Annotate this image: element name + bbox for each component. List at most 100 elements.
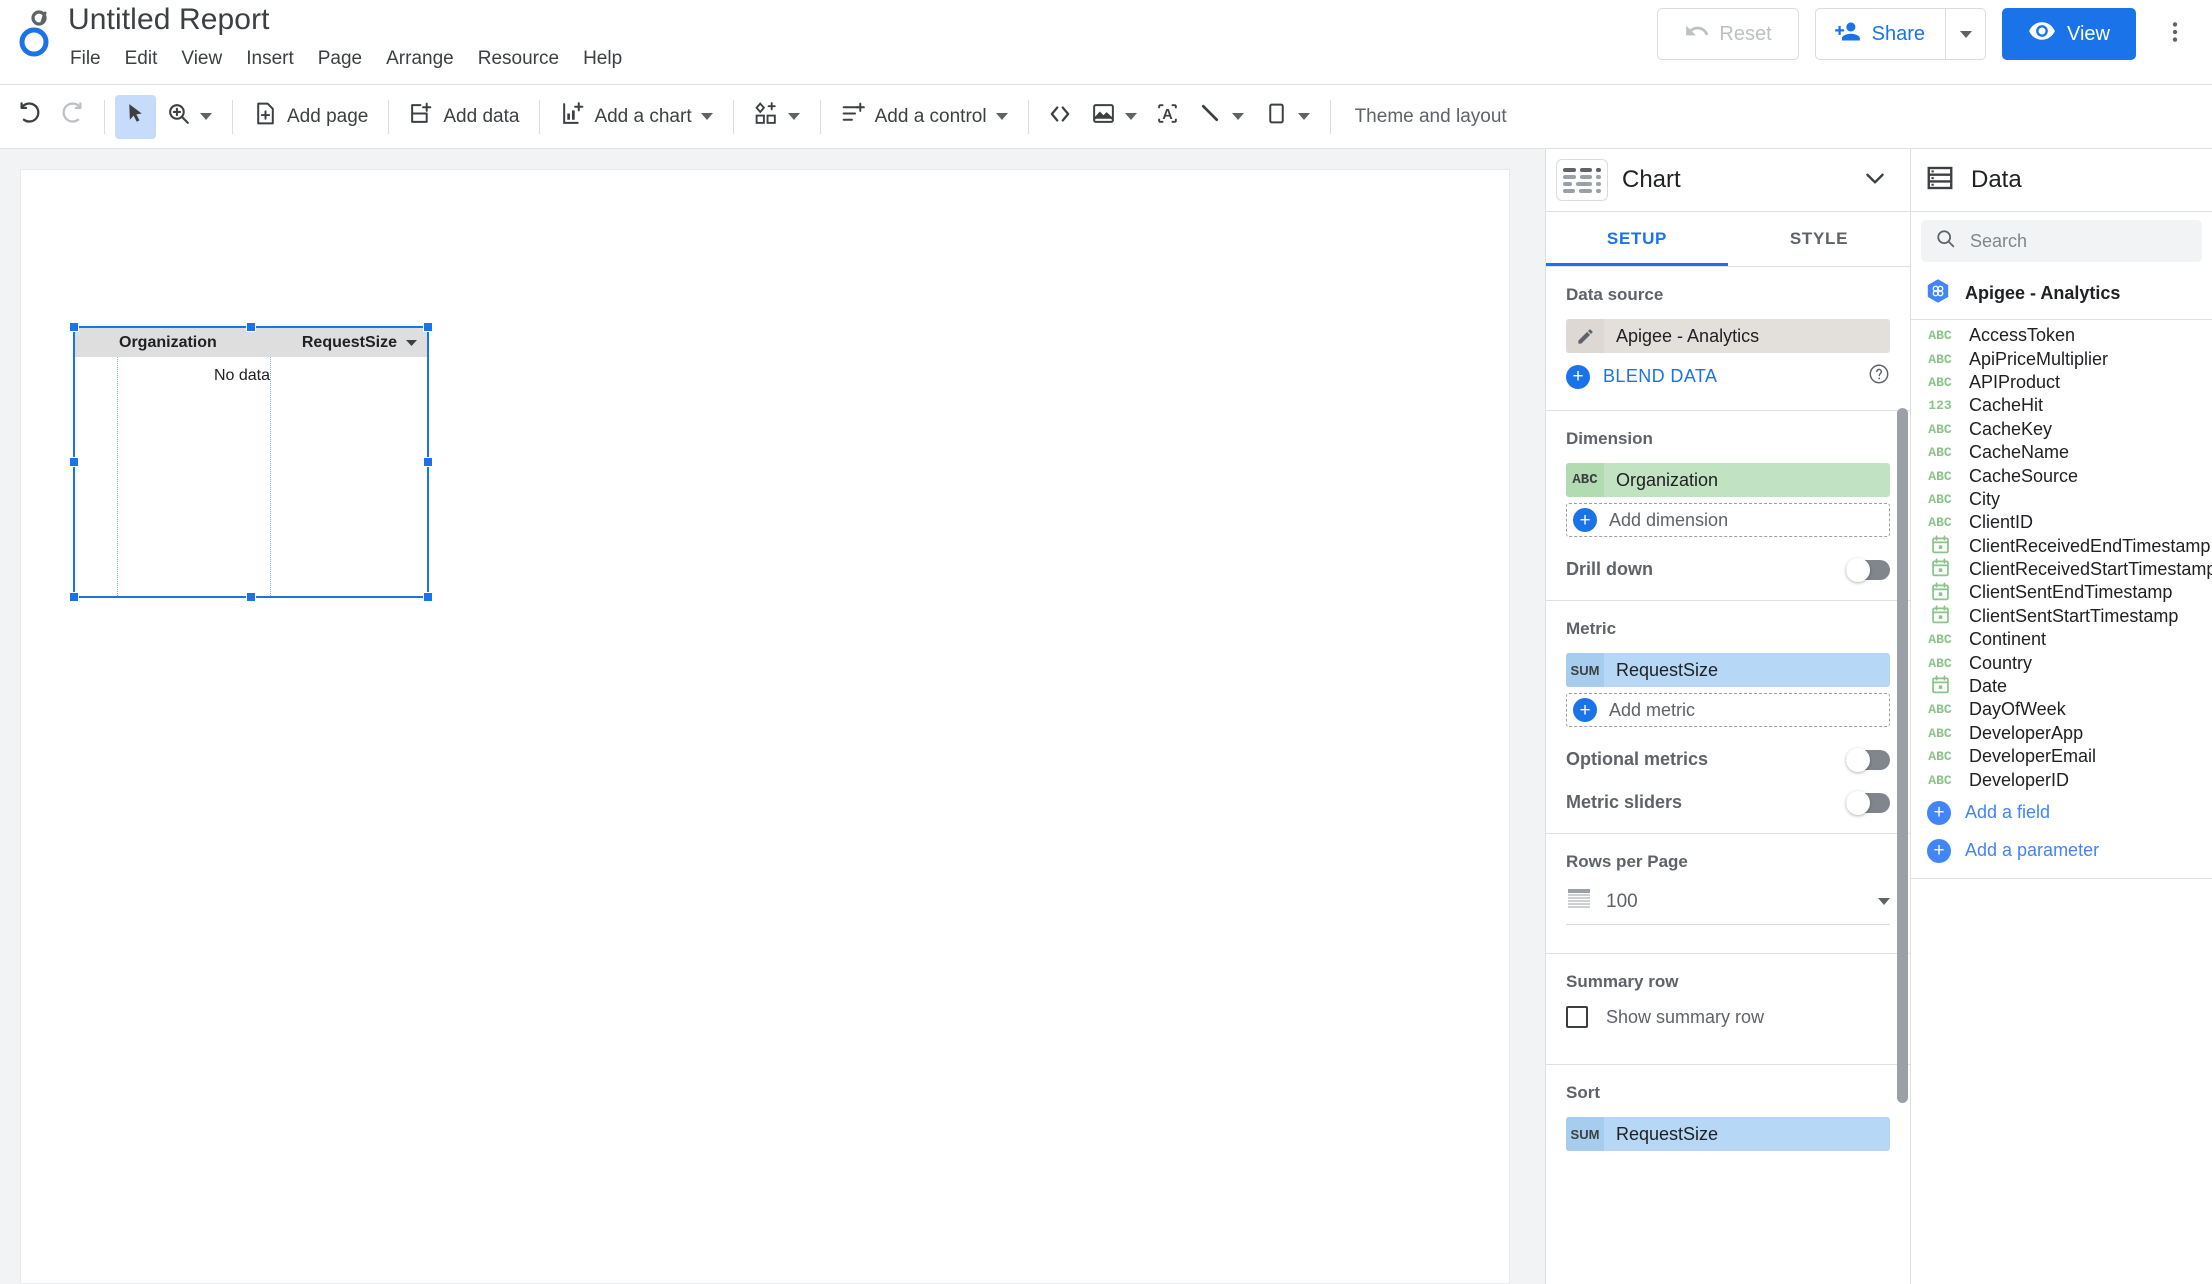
rows-icon — [1566, 886, 1592, 917]
chevron-down-icon[interactable] — [1856, 159, 1894, 202]
field-row[interactable]: ABC APIProduct — [1911, 371, 2212, 394]
insert-shape-button[interactable] — [1254, 95, 1320, 139]
add-chart-button[interactable]: Add a chart — [550, 95, 722, 139]
sort-chip-label: RequestSize — [1616, 1123, 1719, 1144]
checkbox-unchecked-icon[interactable] — [1566, 1006, 1588, 1028]
canvas-area[interactable]: Organization RequestSize No data — [0, 149, 1545, 1284]
sort-chip-requestsize[interactable]: SUM RequestSize — [1566, 1117, 1890, 1151]
share-button[interactable]: Share — [1816, 9, 1945, 59]
section-summary-row: Summary row Show summary row — [1546, 954, 1910, 1065]
toolbar-divider — [819, 99, 821, 134]
menu-page[interactable]: Page — [306, 44, 374, 74]
data-fields-panel: Data Apigee - Analytics ABCAccessTokenAB… — [1910, 149, 2212, 1284]
table-chart-icon[interactable] — [1556, 159, 1608, 201]
menu-arrange[interactable]: Arrange — [374, 44, 466, 74]
field-row[interactable]: ClientSentStartTimestamp — [1911, 605, 2212, 628]
zoom-tool-button[interactable] — [156, 95, 222, 139]
menu-bar: File Edit View Insert Page Arrange Resou… — [58, 44, 634, 74]
metric-sliders-toggle[interactable] — [1846, 790, 1890, 815]
tab-setup[interactable]: SETUP — [1546, 212, 1728, 266]
field-row[interactable]: ABC ApiPriceMultiplier — [1911, 347, 2212, 370]
menu-file[interactable]: File — [58, 44, 113, 74]
add-control-icon — [841, 101, 866, 132]
field-row[interactable]: ABC DeveloperEmail — [1911, 745, 2212, 768]
menu-edit[interactable]: Edit — [113, 44, 170, 74]
drill-down-toggle[interactable] — [1846, 557, 1890, 582]
add-field-button[interactable]: + Add a field — [1911, 796, 2212, 830]
undo-button[interactable] — [8, 95, 51, 139]
data-source-row[interactable]: Apigee - Analytics — [1911, 272, 2212, 320]
optional-metrics-toggle[interactable] — [1846, 747, 1890, 772]
add-page-icon — [253, 101, 278, 132]
add-data-button[interactable]: Add data — [399, 95, 529, 139]
field-row[interactable]: ABC Continent — [1911, 628, 2212, 651]
menu-view[interactable]: View — [169, 44, 234, 74]
field-name: ApiPriceMultiplier — [1969, 348, 2109, 369]
tab-style[interactable]: STYLE — [1728, 212, 1910, 266]
chevron-down-icon — [200, 113, 212, 120]
field-row[interactable]: ClientReceivedEndTimestamp — [1911, 535, 2212, 558]
add-control-label: Add a control — [874, 105, 987, 127]
show-summary-row-option[interactable]: Show summary row — [1566, 1006, 1890, 1028]
add-dimension-button[interactable]: + Add dimension — [1566, 503, 1890, 537]
field-row[interactable]: ClientSentEndTimestamp — [1911, 581, 2212, 604]
field-row[interactable]: ABC DayOfWeek — [1911, 698, 2212, 721]
dimension-chip-label: Organization — [1616, 469, 1719, 490]
field-row[interactable]: ABC AccessToken — [1911, 324, 2212, 347]
search-input[interactable] — [1970, 230, 2202, 252]
dimension-chip-organization[interactable]: ABC Organization — [1566, 463, 1890, 497]
menu-resource[interactable]: Resource — [466, 44, 571, 74]
field-row[interactable]: Date — [1911, 675, 2212, 698]
share-dropdown-caret[interactable] — [1945, 9, 1985, 59]
data-source-chip[interactable]: Apigee - Analytics — [1566, 319, 1890, 353]
field-row[interactable]: ABC CacheSource — [1911, 464, 2212, 487]
field-row[interactable]: ABC City — [1911, 488, 2212, 511]
rows-per-page-select[interactable]: 100 — [1566, 886, 1890, 925]
page-title[interactable]: Untitled Report — [68, 0, 634, 38]
theme-and-layout-button[interactable]: Theme and layout — [1341, 95, 1521, 139]
menu-insert[interactable]: Insert — [234, 44, 306, 74]
report-page[interactable]: Organization RequestSize No data — [20, 169, 1510, 1284]
field-row[interactable]: ABC CacheName — [1911, 441, 2212, 464]
help-circle-icon[interactable] — [1868, 363, 1890, 390]
section-title: Dimension — [1566, 429, 1653, 448]
metric-chip-requestsize[interactable]: SUM RequestSize — [1566, 653, 1890, 687]
theme-and-layout-label: Theme and layout — [1354, 105, 1507, 127]
field-row[interactable]: ABC ClientID — [1911, 511, 2212, 534]
reset-button[interactable]: Reset — [1657, 8, 1799, 60]
field-name: ClientReceivedStartTimestamp — [1969, 559, 2212, 580]
search-box[interactable] — [1921, 220, 2202, 262]
insert-text-button[interactable]: A — [1147, 95, 1188, 139]
add-metric-button[interactable]: + Add metric — [1566, 693, 1890, 727]
embed-code-button[interactable] — [1039, 95, 1081, 139]
field-row[interactable]: ClientReceivedStartTimestamp — [1911, 558, 2212, 581]
chevron-down-icon — [1124, 113, 1137, 120]
insert-image-button[interactable] — [1081, 95, 1147, 139]
blend-data-button[interactable]: + BLEND DATA — [1566, 363, 1890, 390]
add-chart-label: Add a chart — [594, 105, 692, 127]
add-parameter-button[interactable]: + Add a parameter — [1911, 834, 2212, 868]
table-column-header-organization[interactable]: Organization — [75, 328, 250, 357]
redo-button[interactable] — [51, 95, 94, 139]
toolbar-divider — [1329, 99, 1331, 134]
column-guide — [117, 357, 118, 596]
pencil-icon[interactable] — [1566, 319, 1604, 353]
setup-panel-scrollbar[interactable] — [1897, 408, 1908, 1103]
field-row[interactable]: ABC DeveloperApp — [1911, 722, 2212, 745]
add-community-visualization-button[interactable] — [744, 95, 810, 139]
add-page-button[interactable]: Add page — [243, 95, 378, 139]
table-column-header-requestsize[interactable]: RequestSize — [250, 328, 427, 357]
table-chart-widget[interactable]: Organization RequestSize No data — [75, 328, 427, 596]
view-button[interactable]: View — [2002, 8, 2136, 60]
field-row[interactable]: ABC Country — [1911, 651, 2212, 674]
field-row[interactable]: ABC DeveloperID — [1911, 768, 2212, 791]
setup-scroll-container[interactable]: Data source Apigee - Analytics + BLEND D… — [1546, 267, 1910, 1284]
select-tool-button[interactable] — [115, 94, 156, 139]
insert-line-button[interactable] — [1188, 95, 1254, 139]
field-row[interactable]: 123 CacheHit — [1911, 394, 2212, 417]
top-right-actions: Reset Share View — [1657, 8, 2198, 60]
field-row[interactable]: ABC CacheKey — [1911, 418, 2212, 441]
add-control-button[interactable]: Add a control — [831, 95, 1018, 139]
menu-help[interactable]: Help — [571, 44, 634, 74]
more-options-button[interactable] — [2152, 11, 2198, 57]
